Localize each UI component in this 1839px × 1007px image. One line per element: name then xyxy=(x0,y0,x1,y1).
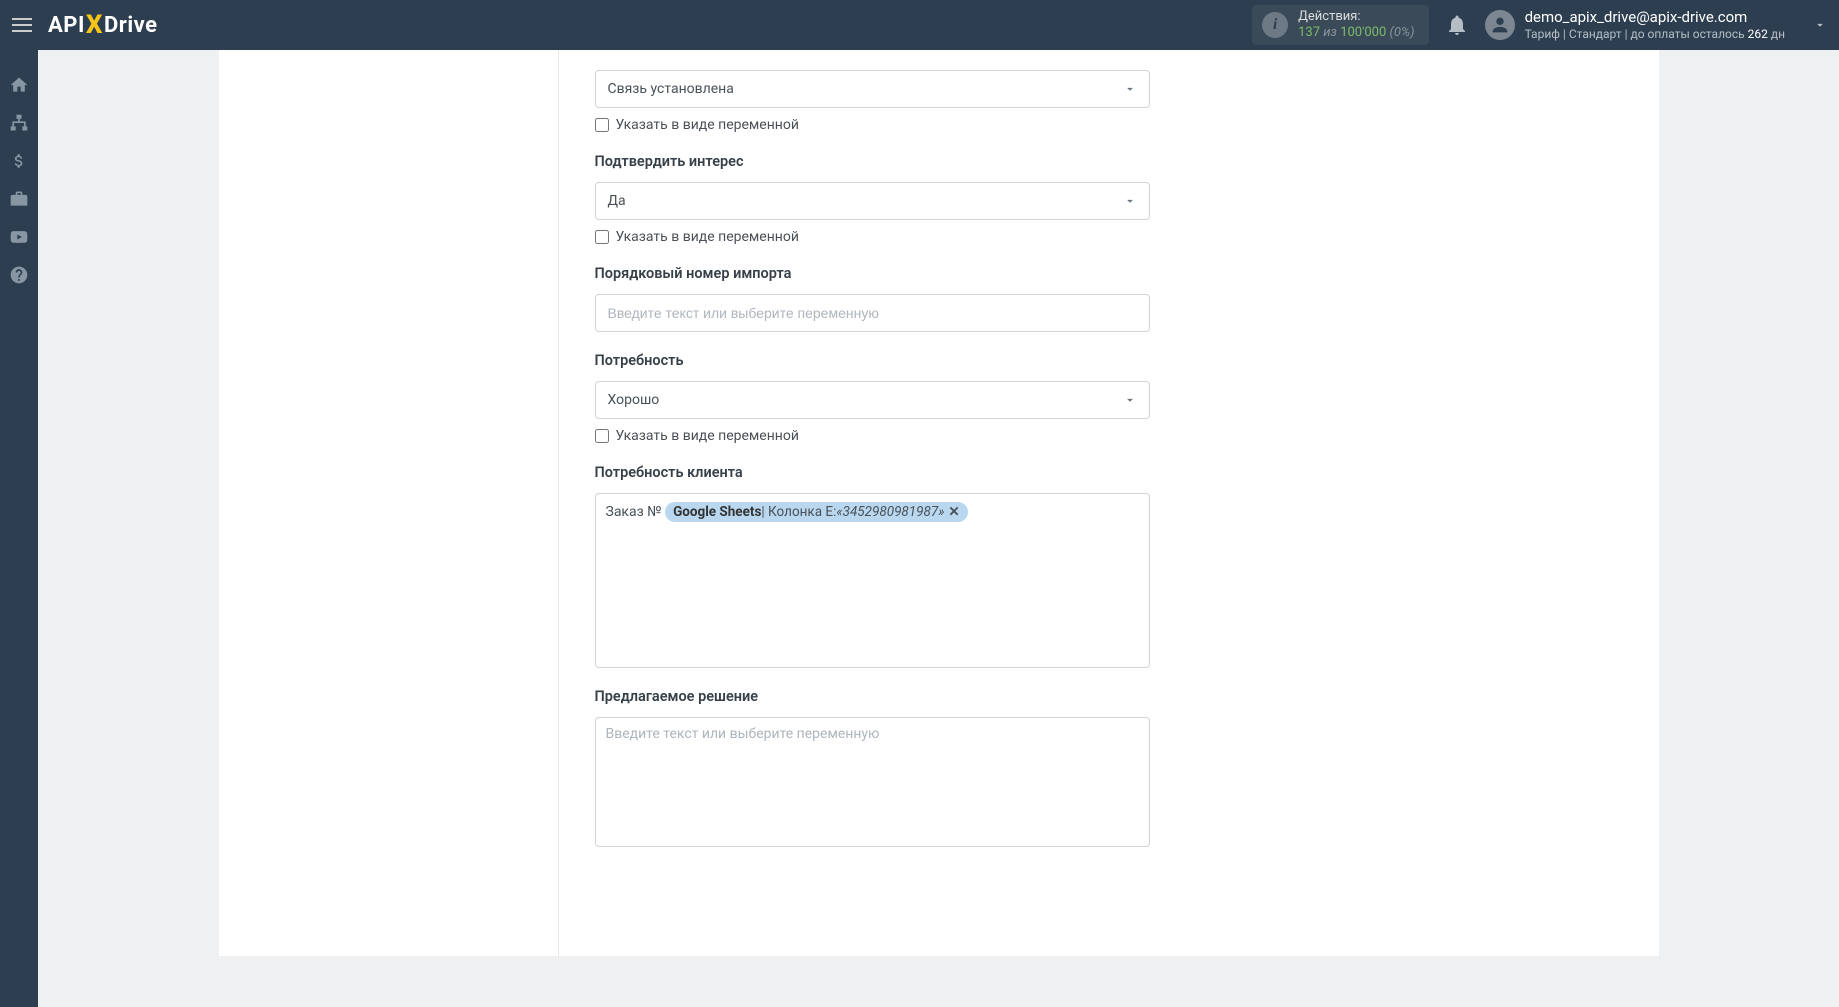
chevron-down-icon xyxy=(1813,18,1827,32)
left-panel xyxy=(219,50,559,956)
chevron-down-icon xyxy=(1123,194,1137,208)
select-confirm-interest[interactable]: Да xyxy=(595,182,1150,220)
bell-icon[interactable] xyxy=(1445,13,1469,37)
actions-text: Действия: 137 из 100'000 (0%) xyxy=(1298,9,1414,40)
checkbox-as-variable-1[interactable]: Указать в виде переменной xyxy=(595,117,1150,133)
checkbox-label: Указать в виде переменной xyxy=(616,229,799,245)
user-menu[interactable]: demo_apix_drive@apix-drive.com Тариф | С… xyxy=(1485,8,1827,42)
field-label: Порядковый номер импорта xyxy=(595,265,1150,282)
checkbox-as-variable-2[interactable]: Указать в виде переменной xyxy=(595,229,1150,245)
main-content: Связь установлена Указать в виде перемен… xyxy=(38,50,1839,1007)
chevron-down-icon xyxy=(1123,82,1137,96)
actions-label: Действия: xyxy=(1298,9,1414,25)
logo-drive: Drive xyxy=(104,13,158,38)
richbox-client-need[interactable]: Заказ № Google Sheets | Колонка E: «3452… xyxy=(595,493,1150,668)
user-tariff: Тариф | Стандарт | до оплаты осталось 26… xyxy=(1525,27,1785,42)
tag-remove-icon[interactable]: ✕ xyxy=(948,504,959,520)
actions-limit: 100'000 xyxy=(1340,25,1386,40)
home-icon[interactable] xyxy=(8,74,30,96)
tag-sep: | Колонка E: xyxy=(761,504,836,520)
checkbox-input[interactable] xyxy=(595,230,609,244)
actions-counter[interactable]: i Действия: 137 из 100'000 (0%) xyxy=(1252,5,1428,44)
select-value: Да xyxy=(608,193,626,209)
field-label: Потребность xyxy=(595,352,1150,369)
actions-count: 137 xyxy=(1298,25,1320,40)
tag-value: «3452980981987» xyxy=(836,504,944,520)
briefcase-icon[interactable] xyxy=(8,188,30,210)
sitemap-icon[interactable] xyxy=(8,112,30,134)
logo-x: X xyxy=(86,10,103,40)
form-panel: Связь установлена Указать в виде перемен… xyxy=(559,50,1659,956)
field-label: Предлагаемое решение xyxy=(595,688,1150,705)
select-value: Хорошо xyxy=(608,392,660,408)
input-import-number[interactable] xyxy=(595,294,1150,332)
actions-percent: (0%) xyxy=(1390,25,1415,40)
field-label: Подтвердить интерес xyxy=(595,153,1150,170)
checkbox-as-variable-3[interactable]: Указать в виде переменной xyxy=(595,428,1150,444)
field-need: Потребность Хорошо Указать в виде переме… xyxy=(595,352,1150,444)
logo[interactable]: API X Drive xyxy=(48,10,158,40)
menu-toggle[interactable] xyxy=(12,13,36,37)
field-client-need: Потребность клиента Заказ № Google Sheet… xyxy=(595,464,1150,668)
field-confirm-interest: Подтвердить интерес Да Указать в виде пе… xyxy=(595,153,1150,245)
variable-tag[interactable]: Google Sheets | Колонка E: «345298098198… xyxy=(665,502,968,522)
help-icon[interactable] xyxy=(8,264,30,286)
checkbox-input[interactable] xyxy=(595,429,609,443)
dollar-icon[interactable] xyxy=(8,150,30,172)
youtube-icon[interactable] xyxy=(8,226,30,248)
tag-source: Google Sheets xyxy=(673,504,761,520)
field-connection-status: Связь установлена Указать в виде перемен… xyxy=(595,70,1150,133)
select-need[interactable]: Хорошо xyxy=(595,381,1150,419)
field-import-number: Порядковый номер импорта xyxy=(595,265,1150,332)
field-proposed-solution: Предлагаемое решение Введите текст или в… xyxy=(595,688,1150,847)
select-connection-status[interactable]: Связь установлена xyxy=(595,70,1150,108)
chevron-down-icon xyxy=(1123,393,1137,407)
checkbox-label: Указать в виде переменной xyxy=(616,117,799,133)
info-icon: i xyxy=(1262,12,1288,38)
avatar-icon xyxy=(1485,10,1515,40)
rich-prefix: Заказ № xyxy=(606,504,666,520)
rich-placeholder: Введите текст или выберите переменную xyxy=(606,726,880,742)
checkbox-label: Указать в виде переменной xyxy=(616,428,799,444)
header: API X Drive i Действия: 137 из 100'000 (… xyxy=(0,0,1839,50)
richbox-proposed-solution[interactable]: Введите текст или выберите переменную xyxy=(595,717,1150,847)
logo-api: API xyxy=(48,13,85,38)
select-value: Связь установлена xyxy=(608,81,734,97)
user-email: demo_apix_drive@apix-drive.com xyxy=(1525,8,1785,27)
field-label: Потребность клиента xyxy=(595,464,1150,481)
user-info: demo_apix_drive@apix-drive.com Тариф | С… xyxy=(1525,8,1785,42)
checkbox-input[interactable] xyxy=(595,118,609,132)
sidebar xyxy=(0,50,38,1007)
